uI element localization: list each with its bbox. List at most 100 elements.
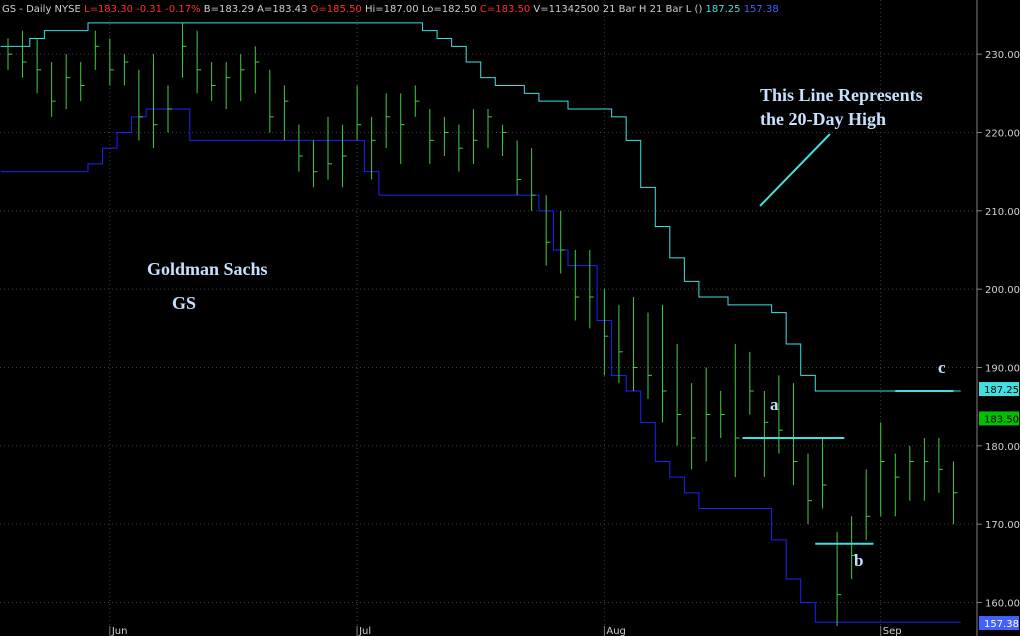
price-bar	[632, 297, 638, 391]
price-chart: 160.00 170.00 180.00 190.00 200.00 210.00 220.…	[0, 0, 1020, 636]
high-price-tag-label: 187.25	[984, 385, 1019, 396]
month-label: Jun	[111, 626, 128, 636]
header-field: O=185.50	[307, 4, 361, 15]
price-bar	[167, 85, 172, 133]
tick-label: 190.00	[985, 364, 1020, 375]
price-bar	[836, 532, 842, 626]
price-bar	[807, 453, 812, 525]
note-line-2: the 20-Day High	[760, 109, 886, 129]
tick-label: 220.00	[985, 129, 1020, 140]
price-bar	[211, 62, 216, 102]
header-field: V=11342500	[530, 4, 599, 15]
note-line-1: This Line Represents	[760, 85, 923, 105]
price-bar	[225, 62, 231, 109]
price-bar	[734, 344, 740, 478]
date-axis: Jun Jul Aug Sep	[109, 626, 902, 636]
price-bar	[909, 445, 914, 501]
price-bar	[51, 62, 56, 117]
note-pointer-line	[759, 133, 831, 207]
price-bar	[691, 383, 696, 470]
price-bar	[647, 312, 652, 399]
price-bar	[618, 304, 623, 384]
price-bar	[822, 438, 827, 509]
price-bar	[312, 140, 318, 188]
company-label: Goldman Sachs	[147, 259, 268, 279]
price-bar	[749, 351, 754, 415]
price-bar	[371, 116, 376, 180]
level-label-a: a	[770, 395, 779, 414]
price-bar	[196, 30, 202, 94]
price-bar	[240, 54, 245, 102]
month-label: Jul	[358, 626, 371, 636]
tick-label: 210.00	[985, 207, 1020, 218]
price-bar	[676, 344, 682, 446]
tick-label: 200.00	[985, 285, 1020, 296]
price-bar	[94, 30, 100, 70]
chart-header: GS - Daily NYSE L=183.30 -0.31 -0.17% B=…	[2, 4, 779, 15]
price-bar	[269, 69, 274, 133]
price-bar	[152, 54, 158, 149]
price-bar	[7, 38, 12, 70]
price-bar	[705, 367, 711, 462]
price-bar	[603, 289, 609, 376]
price-bar	[792, 383, 798, 485]
price-bar	[516, 140, 522, 196]
price-bar	[443, 116, 449, 156]
header-field: ()	[691, 4, 702, 15]
price-bar	[327, 116, 332, 180]
month-label: Aug	[606, 626, 626, 636]
price-bar	[123, 54, 129, 86]
price-bar	[458, 124, 463, 172]
header-field: NYSE	[51, 4, 80, 15]
header-field: Hi=187.00	[362, 4, 419, 15]
ticker-label: GS	[172, 293, 196, 313]
price-bar	[429, 109, 434, 164]
price-bar	[720, 391, 725, 438]
header-field: Lo=182.50	[419, 4, 477, 15]
price-bar	[138, 69, 143, 141]
price-bar	[80, 62, 85, 102]
header-field: GS - Daily	[2, 4, 51, 15]
20-day-low-line	[0, 108, 961, 623]
level-label-c: c	[938, 358, 946, 377]
header-field: 187.25	[702, 4, 740, 15]
price-bar	[400, 93, 405, 164]
price-bar	[531, 148, 536, 211]
header-field: C=183.50	[477, 4, 531, 15]
20-day-high-line	[0, 22, 961, 392]
price-bar	[545, 195, 551, 266]
price-bar	[487, 109, 492, 149]
price-bar	[923, 438, 929, 501]
price-bar	[560, 210, 565, 274]
price-bar	[414, 85, 420, 117]
price-bar	[880, 422, 885, 517]
price-bar	[865, 469, 871, 540]
header-field: L=183.30	[81, 4, 133, 15]
price-bar	[894, 453, 900, 517]
price-bar	[65, 54, 71, 109]
low-price-tag-label: 157.38	[984, 619, 1019, 630]
header-field: -0.17%	[162, 4, 201, 15]
header-field: A=183.43	[254, 4, 307, 15]
tick-label: 160.00	[985, 599, 1020, 610]
price-tags: 187.25 183.50 157.38	[979, 382, 1019, 631]
price-bar	[472, 109, 478, 164]
header-field: -0.31	[133, 4, 162, 15]
tick-label: 180.00	[985, 442, 1020, 453]
price-bar	[298, 124, 303, 172]
price-bar	[502, 124, 507, 156]
price-bar	[952, 461, 958, 525]
price-bar	[589, 250, 594, 329]
header-field: 157.38	[741, 4, 779, 15]
tick-label: 230.00	[985, 50, 1020, 61]
price-bar	[763, 391, 769, 478]
level-label-b: b	[854, 551, 863, 570]
price-bar	[254, 46, 260, 94]
price-bar	[574, 250, 580, 321]
header-field: 21 Bar H 21 Bar L	[600, 4, 692, 15]
price-bar	[778, 375, 783, 454]
tick-label: 170.00	[985, 520, 1020, 531]
price-bar	[36, 38, 42, 94]
price-bar	[109, 38, 114, 86]
month-label: Sep	[883, 626, 902, 636]
